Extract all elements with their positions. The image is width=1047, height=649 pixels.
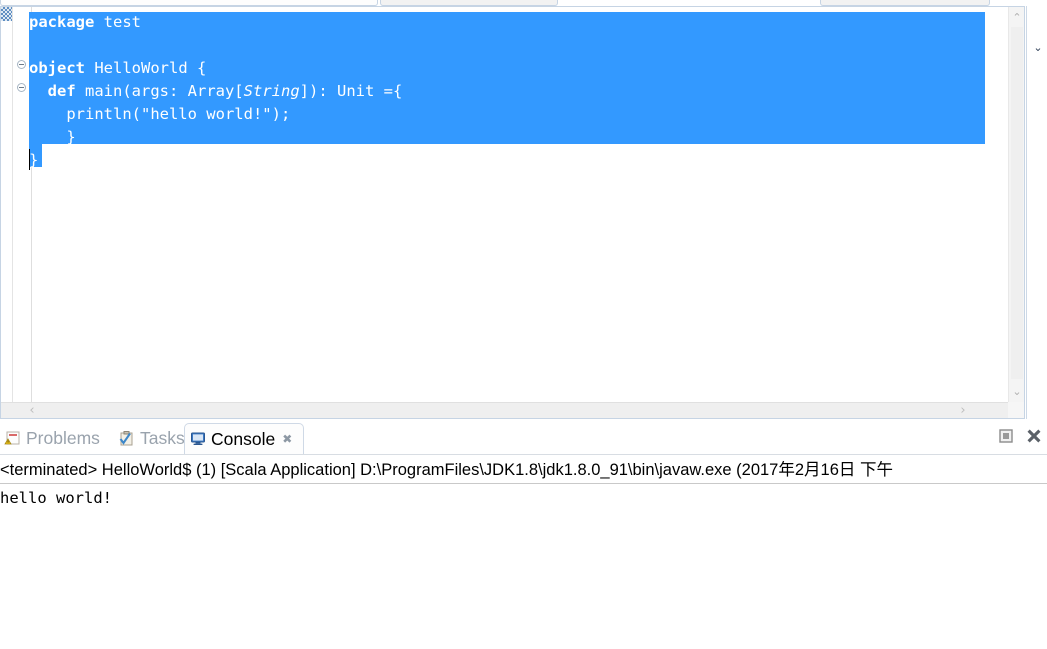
annotation-marker-icon (1, 7, 12, 21)
vertical-scroll-thumb[interactable] (1011, 27, 1023, 379)
editor-annotation-ruler[interactable] (1, 7, 13, 418)
tab-problems[interactable]: Problems (0, 423, 106, 454)
text-caret (29, 149, 30, 170)
code-line-5: println("hello world!"); (29, 105, 291, 123)
code-line-6: } (29, 128, 76, 146)
console-status-line: <terminated> HelloWorld$ (1) [Scala Appl… (0, 461, 893, 479)
editor-horizontal-scrollbar[interactable]: ‹ › (1, 402, 1008, 418)
code-editor[interactable]: package test object HelloWorld { def mai… (0, 6, 1025, 419)
panel-tab-bar: Problems Tasks Console ✖ (0, 421, 1047, 454)
code-canvas[interactable]: package test object HelloWorld { def mai… (25, 7, 1024, 418)
chevron-down-icon[interactable]: ⌄ (1031, 41, 1045, 55)
panel-toolbar (997, 427, 1043, 445)
tab-tasks-label: Tasks (140, 428, 185, 448)
code-line-3: object HelloWorld { (29, 59, 207, 77)
minimize-icon[interactable] (997, 427, 1015, 445)
tasks-icon (118, 430, 136, 448)
console-output-area[interactable]: <terminated> HelloWorld$ (1) [Scala Appl… (0, 455, 1047, 649)
scroll-down-icon[interactable]: ⌄ (1009, 383, 1025, 400)
code-line-7: } (29, 151, 39, 169)
close-panel-icon[interactable] (1025, 427, 1043, 445)
tab-tasks[interactable]: Tasks (114, 423, 187, 454)
close-icon[interactable]: ✖ (282, 433, 292, 445)
code-line-1: package test (29, 13, 141, 31)
editor-vertical-scrollbar[interactable]: ⌃ ⌄ (1008, 7, 1024, 402)
tab-console-label: Console (211, 428, 276, 449)
console-icon (189, 430, 207, 448)
scroll-up-icon[interactable]: ⌃ (1009, 9, 1025, 26)
bottom-view-panel: Problems Tasks Console ✖ <terminated> He… (0, 421, 1047, 649)
code-line-4: def main(args: Array[String]): Unit ={ (47, 82, 403, 100)
tab-problems-label: Problems (26, 428, 100, 448)
tab-console[interactable]: Console ✖ (184, 423, 304, 454)
scrollbar-corner (1008, 402, 1024, 418)
console-output-line: hello world! (0, 489, 112, 507)
scroll-right-icon[interactable]: › (954, 403, 972, 418)
editor-right-strip: ⌄ (1026, 6, 1047, 419)
scroll-left-icon[interactable]: ‹ (23, 403, 41, 418)
editor-body[interactable]: package test object HelloWorld { def mai… (1, 7, 1024, 418)
console-separator (0, 483, 1047, 484)
problems-icon (4, 430, 22, 448)
